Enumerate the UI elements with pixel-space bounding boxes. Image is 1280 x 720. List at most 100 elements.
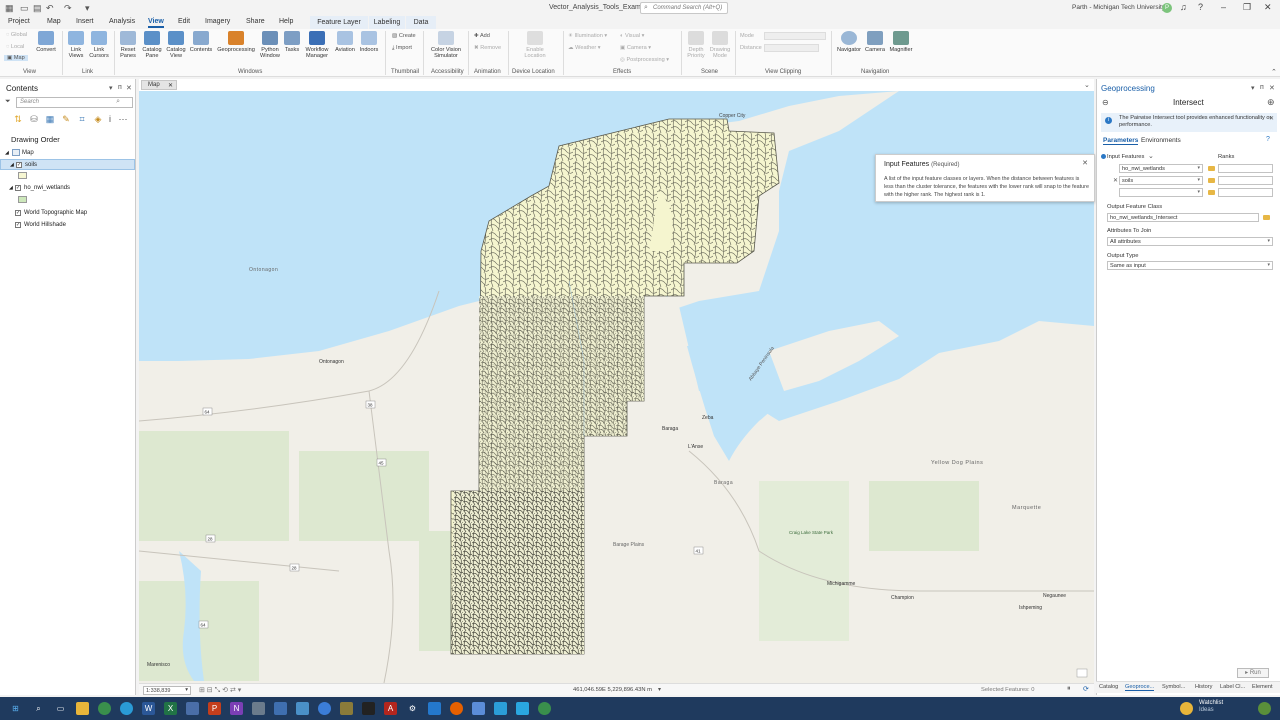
output-feature-class-input[interactable]: ho_nwi_wetlands_Intersect [1107, 213, 1259, 222]
output-type-select[interactable]: Same as input ▾ [1107, 261, 1273, 270]
workflow-manager-button[interactable]: Workflow Manager [302, 31, 332, 59]
close-icon[interactable]: ✕ [1269, 115, 1274, 122]
rank-input-2[interactable] [1218, 176, 1273, 185]
app-icon[interactable] [274, 702, 287, 715]
list-by-drawing-order-icon[interactable]: ⇅ [13, 114, 23, 124]
python-window-button[interactable]: Python Window [258, 31, 282, 59]
local-button[interactable]: ◌ Local [6, 44, 24, 50]
input-features-select-1[interactable]: ho_nwi_wetlands ▾ [1119, 164, 1203, 173]
close-pane-icon[interactable]: ✕ [1269, 84, 1275, 92]
tab-imagery[interactable]: Imagery [205, 18, 230, 25]
pause-icon[interactable]: ⏸ [1067, 685, 1071, 693]
tab-insert[interactable]: Insert [76, 18, 94, 25]
input-features-select-2[interactable]: soils ▾ [1119, 176, 1203, 185]
minimize-icon[interactable]: – [1221, 2, 1226, 12]
tab-label-class[interactable]: Label Cl... [1220, 684, 1245, 690]
tab-catalog[interactable]: Catalog [1099, 684, 1118, 690]
app-icon[interactable] [296, 702, 309, 715]
word-icon[interactable]: W [142, 702, 155, 715]
search-icon[interactable]: ⌕ [32, 702, 45, 715]
map-tab[interactable]: Map ✕ [141, 80, 177, 90]
close-tab-icon[interactable]: ✕ [168, 82, 173, 89]
chrome-icon[interactable] [98, 702, 111, 715]
add-icon[interactable]: ⊕ [1267, 97, 1275, 108]
bell-icon[interactable]: ♫ [1180, 2, 1187, 12]
tab-data[interactable]: Data [406, 16, 436, 29]
chrome-icon[interactable] [538, 702, 551, 715]
edge-icon[interactable] [120, 702, 133, 715]
collapse-icon[interactable]: ◢ [9, 185, 13, 191]
layer-soils[interactable]: ◢ ✓ soils [0, 159, 135, 170]
refresh-icon[interactable]: ⟳ [1083, 685, 1089, 693]
navigator-button[interactable]: Navigator [835, 31, 863, 53]
tab-share[interactable]: Share [246, 18, 265, 25]
list-by-editing-icon[interactable]: ✎ [61, 114, 71, 124]
weather-button[interactable]: ☁ Weather ▾ [568, 45, 601, 51]
geoprocessing-button[interactable]: Geoprocessing [215, 31, 257, 53]
folder-icon[interactable] [1208, 178, 1215, 183]
onenote-icon[interactable]: N [230, 702, 243, 715]
more-icon[interactable]: ⋯ [118, 114, 128, 124]
layer-map[interactable]: ◢ Map [0, 148, 135, 159]
back-icon[interactable]: ⊖ [1102, 98, 1109, 107]
remove-animation-button[interactable]: ✖ Remove [474, 45, 501, 51]
create-thumbnail-button[interactable]: ▧ Create [392, 33, 416, 39]
link-cursors-button[interactable]: Link Cursors [88, 31, 110, 59]
list-by-labeling-icon[interactable]: ◈ [93, 114, 103, 124]
clip-mode-select[interactable] [764, 32, 826, 40]
folder-icon[interactable] [1208, 190, 1215, 195]
notepad-icon[interactable] [252, 702, 265, 715]
remove-icon[interactable]: ✕ [1113, 177, 1118, 184]
terminal-icon[interactable] [362, 702, 375, 715]
indoors-button[interactable]: Indoors [358, 31, 380, 53]
close-icon[interactable]: ✕ [1264, 2, 1272, 13]
help-icon[interactable]: ? [1266, 136, 1270, 143]
input-features-select-3[interactable]: ▾ [1119, 188, 1203, 197]
list-by-perspective-icon[interactable]: i [105, 114, 115, 124]
new-project-icon[interactable]: ▭ [20, 3, 29, 14]
save-icon[interactable]: ▤ [33, 3, 42, 14]
pane-menu-icon[interactable]: ▾ [109, 84, 113, 92]
global-button[interactable]: ◌ Global [6, 32, 27, 38]
chevron-down-icon[interactable]: ⌄ [1084, 81, 1090, 89]
weather-icon[interactable] [1180, 702, 1193, 715]
watchlist-widget[interactable]: Watchlist Ideas [1199, 700, 1223, 714]
help-icon[interactable]: ? [1198, 2, 1203, 12]
close-icon[interactable]: ✕ [1082, 159, 1088, 167]
tab-help[interactable]: Help [279, 18, 293, 25]
tab-history[interactable]: History [1195, 684, 1212, 690]
import-thumbnail-button[interactable]: ⤓ Import [392, 45, 412, 52]
folder-icon[interactable] [1208, 166, 1215, 171]
convert-button[interactable]: Convert [34, 31, 58, 53]
map-view-button[interactable]: ▣ Map [4, 55, 28, 61]
app-icon[interactable] [186, 702, 199, 715]
windows-start-icon[interactable]: ⊞ [9, 702, 22, 715]
catalog-view-button[interactable]: Catalog View [164, 31, 188, 59]
undo-icon[interactable]: ↶ [46, 3, 54, 14]
customize-icon[interactable]: ▾ [85, 3, 90, 14]
visual-button[interactable]: ◐ Visual ▾ [620, 33, 644, 39]
app-icon[interactable] [472, 702, 485, 715]
illumination-button[interactable]: ☀ Illumination ▾ [568, 33, 607, 39]
collapse-ribbon-icon[interactable]: ⌃ [1271, 68, 1277, 76]
layer-world-topographic[interactable]: ✓ World Topographic Map [0, 208, 135, 219]
tab-feature-layer[interactable]: Feature Layer [310, 16, 368, 29]
close-pane-icon[interactable]: ✕ [126, 84, 132, 92]
powerpoint-icon[interactable]: P [208, 702, 221, 715]
list-by-source-icon[interactable]: ⛁ [29, 114, 39, 124]
tab-labeling[interactable]: Labeling [369, 16, 405, 29]
app-icon[interactable] [1258, 702, 1271, 715]
pin-icon[interactable]: ᴨ [118, 84, 122, 91]
tab-analysis[interactable]: Analysis [109, 18, 135, 25]
filter-icon[interactable]: ⏷ [5, 98, 11, 106]
enable-location-button[interactable]: Enable Location [518, 31, 552, 59]
vscode-icon[interactable] [428, 702, 441, 715]
list-by-snapping-icon[interactable]: ⌗ [77, 114, 87, 124]
tab-edit[interactable]: Edit [178, 18, 190, 25]
pin-icon[interactable]: ᴨ [1260, 84, 1264, 91]
excel-icon[interactable]: X [164, 702, 177, 715]
redo-icon[interactable]: ↷ [64, 3, 72, 14]
tab-element[interactable]: Element [1252, 684, 1273, 690]
collapse-icon[interactable]: ◢ [10, 162, 14, 168]
acrobat-icon[interactable]: A [384, 702, 397, 715]
